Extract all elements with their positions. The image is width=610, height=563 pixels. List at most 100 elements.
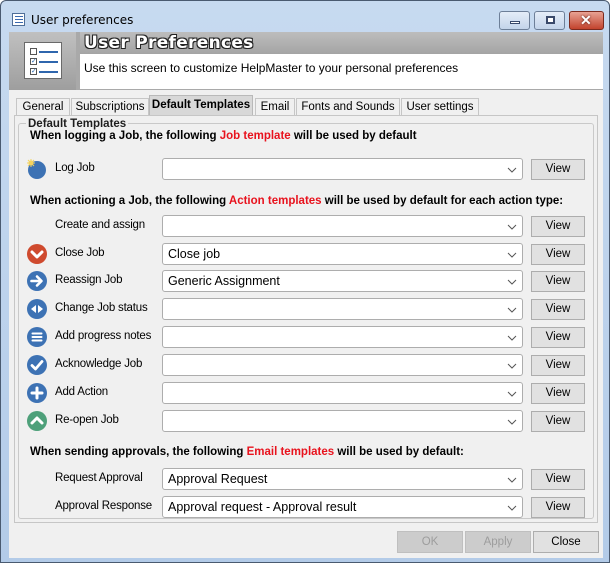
- view-button[interactable]: View: [531, 355, 585, 376]
- row-label: Add progress notes: [55, 330, 152, 342]
- maximize-icon: [546, 16, 555, 24]
- apply-button[interactable]: Apply: [465, 531, 531, 553]
- template-row-create-and-assign: Create and assign View: [19, 215, 595, 237]
- template-row-add-action: Add Action View: [19, 382, 595, 404]
- chevron-down-icon: [507, 391, 517, 397]
- chevron-down-icon: [507, 419, 517, 425]
- email-section-suffix: will be used by default:: [334, 446, 464, 458]
- title-bar[interactable]: User preferences ✕: [1, 1, 609, 33]
- close-button[interactable]: Close: [533, 531, 599, 553]
- template-row-reassign-job: Reassign Job Generic Assignment View: [19, 270, 595, 292]
- reopen-chevron-up-icon: [27, 411, 47, 431]
- view-button[interactable]: View: [531, 244, 585, 265]
- close-job-icon: [27, 244, 47, 264]
- minimize-button[interactable]: [499, 11, 530, 30]
- view-button[interactable]: View: [531, 469, 585, 490]
- template-row-add-progress-notes: Add progress notes View: [19, 326, 595, 348]
- checklist-icon: ✓ ✓: [24, 42, 62, 79]
- view-button[interactable]: View: [531, 271, 585, 292]
- header-title-bar: User Preferences: [80, 32, 603, 54]
- job-section-prefix: When logging a Job, the following: [30, 130, 220, 142]
- row-label: Acknowledge Job: [55, 358, 143, 370]
- row-label: Close Job: [55, 247, 105, 259]
- acknowledge-check-icon: [27, 355, 47, 375]
- chevron-down-icon: [507, 252, 517, 258]
- email-section-highlight: Email templates: [246, 446, 335, 458]
- chevron-down-icon: [507, 335, 517, 341]
- chevron-down-icon: [507, 363, 517, 369]
- change-status-icon: [27, 299, 47, 319]
- view-button[interactable]: View: [531, 383, 585, 404]
- row-label: Log Job: [55, 162, 95, 174]
- selected-value: Close job: [168, 247, 221, 261]
- tab-user-settings[interactable]: User settings: [401, 98, 479, 116]
- reopen-job-template-select[interactable]: [162, 410, 523, 432]
- template-row-close-job: Close Job Close job View: [19, 243, 595, 265]
- progress-notes-icon: [27, 327, 47, 347]
- create-and-assign-template-select[interactable]: [162, 215, 523, 237]
- minimize-icon: [510, 21, 520, 24]
- user-preferences-window: User preferences ✕ ✓ ✓ User Preferences …: [0, 0, 610, 563]
- add-progress-notes-template-select[interactable]: [162, 326, 523, 348]
- chevron-down-icon: [507, 224, 517, 230]
- template-row-request-approval: Request Approval Approval Request View: [19, 468, 595, 490]
- list-window-icon: [12, 13, 25, 26]
- chevron-down-icon: [507, 505, 517, 511]
- group-legend: Default Templates: [26, 118, 129, 130]
- header-title: User Preferences: [84, 33, 254, 53]
- tab-general[interactable]: General: [16, 98, 70, 116]
- close-icon: ✕: [580, 12, 592, 28]
- default-templates-panel: Default Templates When logging a Job, th…: [14, 115, 598, 523]
- log-job-icon: [27, 159, 47, 179]
- row-label: Reassign Job: [55, 274, 123, 286]
- selected-value: Approval request - Approval result: [168, 500, 357, 514]
- view-button[interactable]: View: [531, 299, 585, 320]
- template-row-change-job-status: Change Job status View: [19, 298, 595, 320]
- close-job-template-select[interactable]: Close job: [162, 243, 523, 265]
- approval-response-template-select[interactable]: Approval request - Approval result: [162, 496, 523, 518]
- maximize-button[interactable]: [534, 11, 565, 30]
- chevron-down-icon: [507, 477, 517, 483]
- chevron-down-icon: [507, 279, 517, 285]
- window-title: User preferences: [31, 13, 134, 27]
- action-section-heading: When actioning a Job, the following Acti…: [30, 195, 563, 207]
- tab-default-templates[interactable]: Default Templates: [149, 95, 253, 116]
- add-action-template-select[interactable]: [162, 382, 523, 404]
- request-approval-template-select[interactable]: Approval Request: [162, 468, 523, 490]
- template-row-acknowledge-job: Acknowledge Job View: [19, 354, 595, 376]
- view-button[interactable]: View: [531, 327, 585, 348]
- reassign-job-template-select[interactable]: Generic Assignment: [162, 270, 523, 292]
- row-label: Re-open Job: [55, 414, 119, 426]
- header-description-area: Use this screen to customize HelpMaster …: [80, 54, 603, 89]
- reassign-arrow-icon: [27, 271, 47, 291]
- view-button[interactable]: View: [531, 411, 585, 432]
- log-job-template-select[interactable]: [162, 158, 523, 180]
- selected-value: Generic Assignment: [168, 274, 280, 288]
- header-icon-area: ✓ ✓: [9, 32, 76, 90]
- dialog-client: ✓ ✓ User Preferences Use this screen to …: [9, 32, 603, 558]
- header-description: Use this screen to customize HelpMaster …: [84, 61, 459, 75]
- email-section-prefix: When sending approvals, the following: [30, 446, 247, 458]
- action-section-highlight: Action templates: [228, 195, 322, 207]
- chevron-down-icon: [507, 307, 517, 313]
- row-label: Approval Response: [55, 500, 152, 512]
- close-window-button[interactable]: ✕: [569, 11, 604, 30]
- job-section-suffix: will be used by default: [290, 130, 417, 142]
- tab-fonts-and-sounds[interactable]: Fonts and Sounds: [296, 98, 400, 116]
- add-plus-icon: [27, 383, 47, 403]
- ok-button[interactable]: OK: [397, 531, 463, 553]
- job-section-highlight: Job template: [219, 130, 291, 142]
- acknowledge-job-template-select[interactable]: [162, 354, 523, 376]
- row-label: Request Approval: [55, 472, 143, 484]
- change-job-status-template-select[interactable]: [162, 298, 523, 320]
- view-button[interactable]: View: [531, 159, 585, 180]
- tab-subscriptions[interactable]: Subscriptions: [71, 98, 149, 116]
- default-templates-group: Default Templates When logging a Job, th…: [18, 118, 595, 519]
- template-row-log-job: Log Job View: [19, 158, 595, 180]
- view-button[interactable]: View: [531, 497, 585, 518]
- header-banner: ✓ ✓ User Preferences Use this screen to …: [9, 32, 603, 90]
- chevron-down-icon: [507, 167, 517, 173]
- tab-email[interactable]: Email: [255, 98, 295, 116]
- view-button[interactable]: View: [531, 216, 585, 237]
- template-row-approval-response: Approval Response Approval request - App…: [19, 496, 595, 518]
